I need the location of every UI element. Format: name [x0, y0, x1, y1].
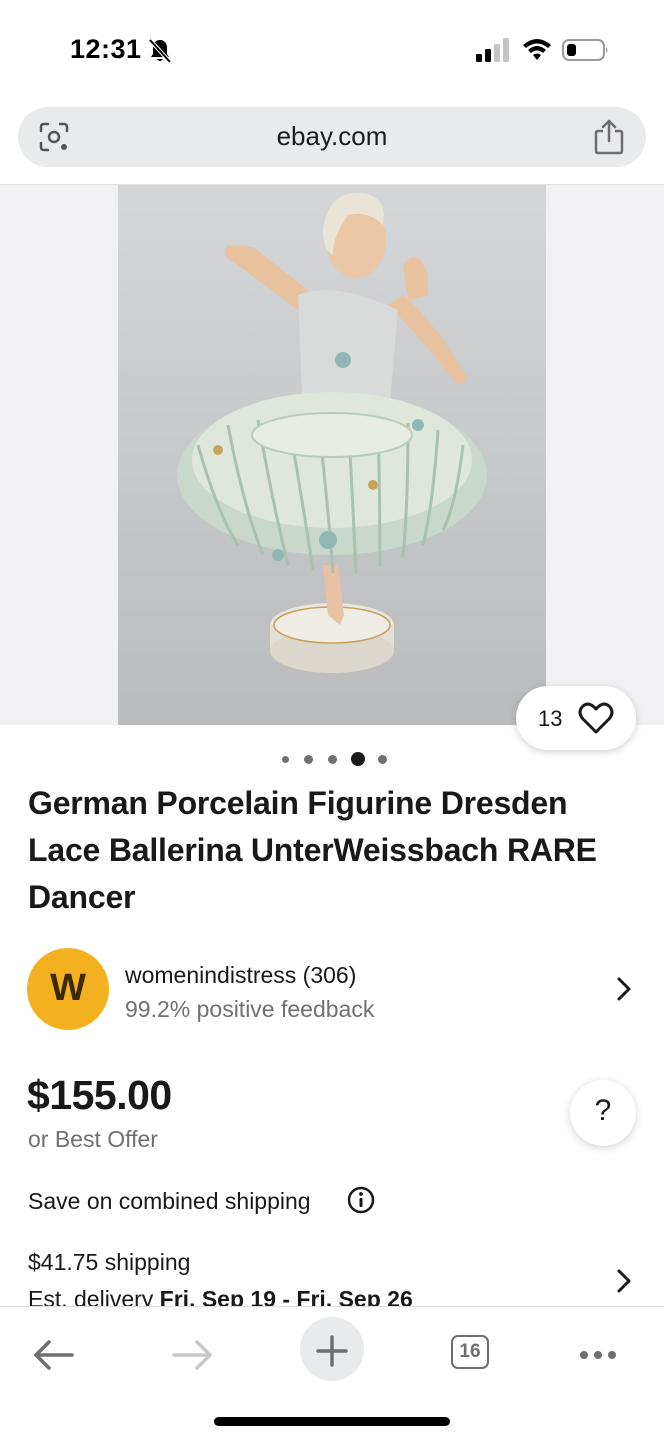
carousel-dot[interactable]: [282, 756, 289, 763]
more-icon: [580, 1351, 616, 1359]
combined-shipping-label: Save on combined shipping: [28, 1188, 311, 1214]
avatar[interactable]: W: [27, 948, 109, 1030]
carousel-dot-active[interactable]: [351, 752, 365, 766]
carousel-dot[interactable]: [304, 755, 313, 764]
address-bar[interactable]: ebay.com: [18, 107, 646, 167]
chevron-right-icon[interactable]: [612, 974, 636, 1004]
info-icon[interactable]: [347, 1186, 375, 1214]
browser-toolbar: 16: [0, 1306, 664, 1440]
best-offer-label: or Best Offer: [28, 1126, 158, 1152]
url-text[interactable]: ebay.com: [18, 121, 646, 152]
forward-arrow-icon: [172, 1340, 212, 1370]
seller-card[interactable]: W womenindistress (306) 99.2% positive f…: [0, 940, 664, 1040]
watch-button[interactable]: 13: [516, 686, 636, 750]
price: $155.00: [27, 1072, 172, 1118]
back-arrow-icon: [34, 1340, 74, 1370]
tabs-icon: 16: [451, 1335, 489, 1369]
question-icon: ?: [594, 1094, 612, 1127]
avatar-letter: W: [50, 967, 86, 1009]
share-icon[interactable]: [594, 119, 624, 155]
forward-button[interactable]: [160, 1317, 224, 1381]
status-time: 12:31: [70, 34, 142, 64]
listing-title: German Porcelain Figurine Dresden Lace B…: [28, 785, 597, 915]
home-indicator: [214, 1417, 450, 1426]
bell-slash-icon: [148, 38, 172, 64]
heart-icon: [578, 702, 614, 734]
chevron-right-icon[interactable]: [612, 1266, 636, 1296]
watch-count: 13: [538, 706, 563, 731]
image-gallery[interactable]: [0, 185, 664, 725]
carousel-dot[interactable]: [328, 755, 337, 764]
product-photo[interactable]: [118, 185, 546, 725]
more-button[interactable]: [566, 1317, 630, 1381]
signal-icon: [476, 38, 509, 62]
status-bar: 12:31: [0, 0, 664, 100]
plus-icon: [316, 1335, 348, 1367]
tabs-button[interactable]: 16: [438, 1317, 502, 1381]
carousel-dot[interactable]: [378, 755, 387, 764]
back-button[interactable]: [22, 1317, 86, 1381]
shipping-cost: $41.75 shipping: [28, 1249, 191, 1275]
new-tab-button[interactable]: [300, 1317, 364, 1381]
seller-name[interactable]: womenindistress (306): [125, 962, 356, 989]
help-button[interactable]: ?: [570, 1080, 636, 1146]
carousel-dots[interactable]: [0, 751, 664, 767]
seller-feedback: 99.2% positive feedback: [125, 996, 375, 1022]
battery-icon: [562, 39, 608, 61]
wifi-icon: [523, 39, 551, 60]
